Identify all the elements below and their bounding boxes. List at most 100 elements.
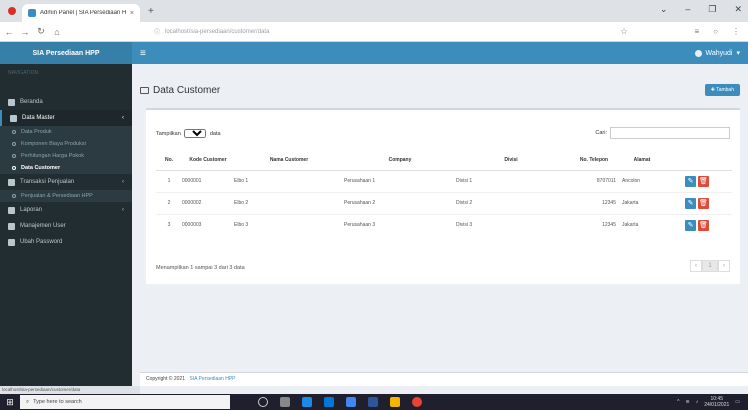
sidebar-item-label: Komponen Biaya Produksi	[21, 141, 86, 147]
mail-icon[interactable]	[346, 397, 356, 407]
tab-close-icon[interactable]: ×	[130, 10, 134, 17]
app-brand[interactable]: SIA Persediaan HPP	[0, 42, 132, 64]
chrome-icon[interactable]	[412, 397, 422, 407]
edit-button[interactable]: ✎	[685, 219, 696, 231]
sidebar-item-data-master[interactable]: Data Master ‹	[0, 110, 132, 126]
forward-icon[interactable]: →	[18, 27, 32, 37]
task-view-icon[interactable]	[280, 397, 290, 407]
search-input[interactable]	[610, 127, 730, 139]
tray-chevron-icon[interactable]: ^	[677, 399, 679, 405]
minimize-button[interactable]: –	[685, 4, 690, 15]
cell-alamat: Ancolon	[622, 169, 662, 192]
cell-actions: ✎ 🗑	[662, 169, 732, 192]
taskbar-search[interactable]: ⌕ Type here to search	[20, 395, 230, 409]
sidebar-subitem-data-produk[interactable]: Data Produk	[0, 126, 132, 138]
network-icon[interactable]: ≋	[686, 399, 690, 405]
circle-icon	[12, 194, 16, 198]
user-icon	[8, 222, 15, 230]
footer-link[interactable]: SIA Persediaan HPP	[189, 376, 235, 382]
maximize-button[interactable]: ❐	[708, 4, 716, 15]
profile-icon[interactable]: ○	[713, 27, 718, 36]
home-browser-icon[interactable]: ⌂	[50, 27, 64, 37]
report-icon	[8, 206, 15, 214]
caret-down-icon: ▾	[736, 50, 740, 57]
column-header-nama[interactable]: Nama Customer	[234, 150, 344, 171]
notification-icon[interactable]: ▭	[735, 399, 740, 405]
page-length-select[interactable]: 10	[184, 128, 207, 138]
windows-start-icon[interactable]: ⊞	[0, 397, 20, 408]
table-controls: Tampilkan 10 data Cari:	[156, 127, 730, 139]
column-header-divisi[interactable]: Divisi	[456, 150, 566, 171]
pagination-next[interactable]: ›	[718, 260, 730, 272]
footer-copyright: Copyright © 2021	[146, 376, 185, 382]
extensions-icon[interactable]: ≡	[694, 27, 699, 36]
delete-button[interactable]: 🗑	[698, 197, 709, 209]
column-header-company[interactable]: Company	[344, 150, 456, 171]
edit-button[interactable]: ✎	[685, 197, 696, 209]
table-row: 2 0000002 Elbo 2 Perusahaan 2 Divisi 2 1…	[156, 191, 732, 214]
pagination-page[interactable]: 1	[702, 260, 718, 272]
browser-profile-icon[interactable]	[8, 7, 16, 15]
back-icon[interactable]: ←	[2, 27, 16, 37]
pagination-prev[interactable]: ‹	[690, 260, 702, 272]
cell-no: 1	[156, 169, 182, 192]
column-header-no[interactable]: No.	[156, 150, 182, 171]
sidebar-item-manajemen-user[interactable]: Manajemen User	[0, 218, 132, 234]
close-window-button[interactable]: ✕	[734, 4, 742, 15]
system-tray: ^ ≋ ♪ 10:45 24/01/2021 ▭	[677, 396, 748, 408]
taskbar-apps	[258, 397, 422, 407]
files-icon[interactable]	[390, 397, 400, 407]
edge-icon[interactable]	[302, 397, 312, 407]
table-search: Cari:	[595, 127, 730, 139]
page-length-control: Tampilkan 10 data	[156, 128, 221, 138]
sidebar-subitem-komponen-biaya[interactable]: Komponen Biaya Produksi	[0, 138, 132, 150]
cell-company: Perusahaan 3	[344, 213, 456, 236]
delete-button[interactable]: 🗑	[698, 175, 709, 187]
browser-toolbar-right: ≡ ○ ⋮	[694, 27, 740, 36]
reload-icon[interactable]: ↻	[34, 26, 48, 37]
add-customer-button[interactable]: ✚ Tambah	[704, 84, 740, 96]
user-menu[interactable]: Wahyudi ▾	[694, 49, 740, 57]
sidebar-item-beranda[interactable]: Beranda	[0, 94, 132, 110]
sidebar-item-transaksi[interactable]: Transaksi Penjualan ‹	[0, 174, 132, 190]
new-tab-button[interactable]: +	[148, 6, 154, 17]
sidebar-toggle-icon[interactable]: ≡	[140, 48, 146, 59]
top-navbar: ≡ Wahyudi ▾	[132, 42, 748, 64]
status-bar-url: localhost/sia-persediaan/customer/data	[0, 386, 140, 394]
column-header-telepon[interactable]: No. Telepon	[566, 150, 622, 171]
column-header-alamat[interactable]: Alamat	[622, 150, 662, 171]
table-info: Menampilkan 1 sampai 3 dari 3 data	[156, 265, 245, 271]
table-header-row: No. Kode Customer Nama Customer Company …	[156, 150, 732, 171]
table-row: 1 0000001 Elbo 1 Perusahaan 1 Divisi 1 8…	[156, 169, 732, 192]
edit-button[interactable]: ✎	[685, 175, 696, 187]
cell-telepon: 12345	[566, 191, 622, 214]
database-icon	[10, 114, 17, 122]
circle-icon	[12, 142, 16, 146]
info-icon[interactable]: ⓘ	[154, 27, 160, 36]
url-input[interactable]: ⓘ localhost/sia-persediaan/customer/data	[154, 25, 674, 39]
browser-tab[interactable]: Admin Panel | SIA Persediaan H ×	[22, 4, 140, 22]
chevron-left-icon: ‹	[122, 207, 124, 213]
store-icon[interactable]	[324, 397, 334, 407]
sidebar-subitem-penjualan[interactable]: Penjualan & Persediaan HPP	[0, 190, 132, 202]
sidebar-item-label: Transaksi Penjualan	[20, 179, 75, 185]
sidebar-subitem-perhitungan-hpp[interactable]: Perhitungan Harga Pokok	[0, 150, 132, 162]
delete-button[interactable]: 🗑	[698, 219, 709, 231]
favicon-icon	[28, 9, 36, 17]
sidebar-item-laporan[interactable]: Laporan ‹	[0, 202, 132, 218]
taskbar-clock[interactable]: 10:45 24/01/2021	[704, 396, 729, 408]
tab-search-icon[interactable]: ⌄	[660, 4, 668, 15]
word-icon[interactable]	[368, 397, 378, 407]
cortana-icon[interactable]	[258, 397, 268, 407]
cell-telepon: 12345	[566, 213, 622, 236]
menu-icon[interactable]: ⋮	[732, 27, 740, 36]
cell-kode: 0000002	[182, 191, 234, 214]
volume-icon[interactable]: ♪	[696, 399, 699, 405]
bookmark-star-icon[interactable]: ☆	[620, 26, 628, 37]
sidebar-item-ubah-password[interactable]: Ubah Password	[0, 234, 132, 250]
cell-kode: 0000003	[182, 213, 234, 236]
cell-divisi: Divisi 1	[456, 169, 566, 192]
column-header-kode[interactable]: Kode Customer	[182, 150, 234, 171]
circle-icon	[12, 130, 16, 134]
sidebar-subitem-data-customer[interactable]: Data Customer	[0, 162, 132, 174]
